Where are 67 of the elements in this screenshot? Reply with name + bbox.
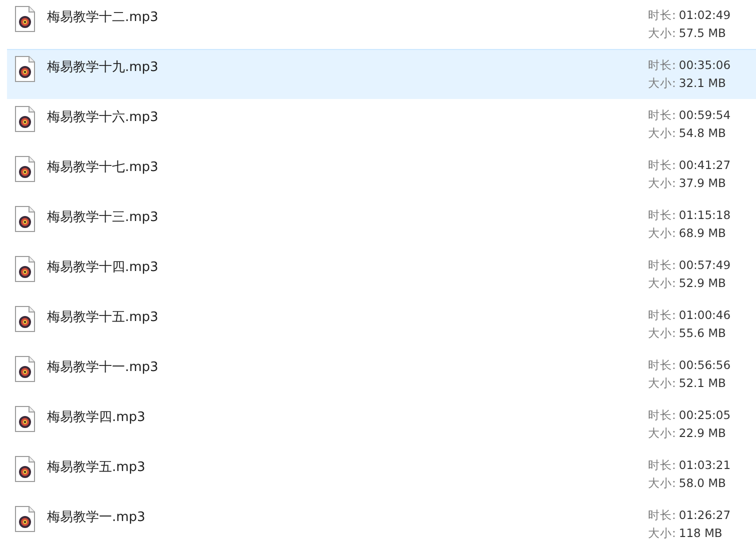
audio-file-icon [15, 56, 35, 82]
size-label: 大小: [648, 426, 676, 441]
audio-file-icon [15, 356, 35, 382]
size-label: 大小: [648, 326, 676, 341]
size-value: 37.9 MB [678, 176, 726, 191]
duration-label: 时长: [648, 58, 676, 73]
duration-label: 时长: [648, 408, 676, 423]
file-name: 梅易教学一.mp3 [47, 509, 146, 526]
audio-file-icon [15, 106, 35, 132]
file-name: 梅易教学十九.mp3 [47, 59, 158, 76]
duration-value: 01:00:46 [678, 308, 731, 323]
size-label: 大小: [648, 226, 676, 241]
size-label: 大小: [648, 526, 676, 541]
duration-label: 时长: [648, 108, 676, 123]
audio-file-icon [15, 306, 35, 332]
duration-value: 01:26:27 [678, 508, 731, 523]
duration-label: 时长: [648, 508, 676, 523]
duration-value: 00:25:05 [678, 408, 731, 423]
duration-value: 00:35:06 [678, 58, 731, 73]
file-name: 梅易教学十四.mp3 [47, 259, 158, 276]
file-name: 梅易教学十二.mp3 [47, 9, 158, 26]
duration-label: 时长: [648, 358, 676, 373]
size-label: 大小: [648, 276, 676, 291]
audio-file-icon [15, 456, 35, 482]
size-value: 58.0 MB [678, 476, 726, 491]
audio-file-icon [15, 156, 35, 182]
size-value: 52.9 MB [678, 276, 726, 291]
duration-value: 00:57:49 [678, 258, 731, 273]
size-value: 68.9 MB [678, 226, 726, 241]
duration-value: 00:56:56 [678, 358, 731, 373]
size-label: 大小: [648, 126, 676, 141]
audio-file-icon [15, 406, 35, 432]
duration-value: 00:41:27 [678, 158, 731, 173]
size-label: 大小: [648, 476, 676, 491]
file-name: 梅易教学十七.mp3 [47, 159, 158, 176]
size-value: 32.1 MB [678, 76, 726, 91]
file-name: 梅易教学四.mp3 [47, 409, 146, 426]
duration-value: 01:02:49 [678, 8, 731, 23]
size-value: 57.5 MB [678, 26, 726, 41]
size-value: 118 MB [678, 526, 722, 541]
file-row[interactable]: 梅易教学十九.mp3 时长: 00:35:06 大小: 32.1 MB [7, 49, 756, 100]
duration-value: 01:15:18 [678, 208, 731, 223]
file-name: 梅易教学十五.mp3 [47, 309, 158, 326]
size-value: 55.6 MB [678, 326, 726, 341]
duration-label: 时长: [648, 258, 676, 273]
file-name: 梅易教学十六.mp3 [47, 109, 158, 126]
duration-label: 时长: [648, 208, 676, 223]
file-name: 梅易教学十三.mp3 [47, 209, 158, 226]
audio-file-icon [15, 506, 35, 532]
size-label: 大小: [648, 376, 676, 391]
duration-value: 00:59:54 [678, 108, 731, 123]
size-label: 大小: [648, 176, 676, 191]
duration-label: 时长: [648, 458, 676, 473]
size-label: 大小: [648, 76, 676, 91]
duration-label: 时长: [648, 158, 676, 173]
duration-label: 时长: [648, 308, 676, 323]
size-value: 52.1 MB [678, 376, 726, 391]
size-value: 54.8 MB [678, 126, 726, 141]
audio-file-icon [15, 206, 35, 232]
duration-value: 01:03:21 [678, 458, 731, 473]
size-value: 22.9 MB [678, 426, 726, 441]
size-label: 大小: [648, 26, 676, 41]
audio-file-icon [15, 6, 35, 32]
file-name: 梅易教学五.mp3 [47, 459, 146, 476]
audio-file-icon [15, 256, 35, 282]
duration-label: 时长: [648, 8, 676, 23]
file-name: 梅易教学十一.mp3 [47, 359, 158, 376]
